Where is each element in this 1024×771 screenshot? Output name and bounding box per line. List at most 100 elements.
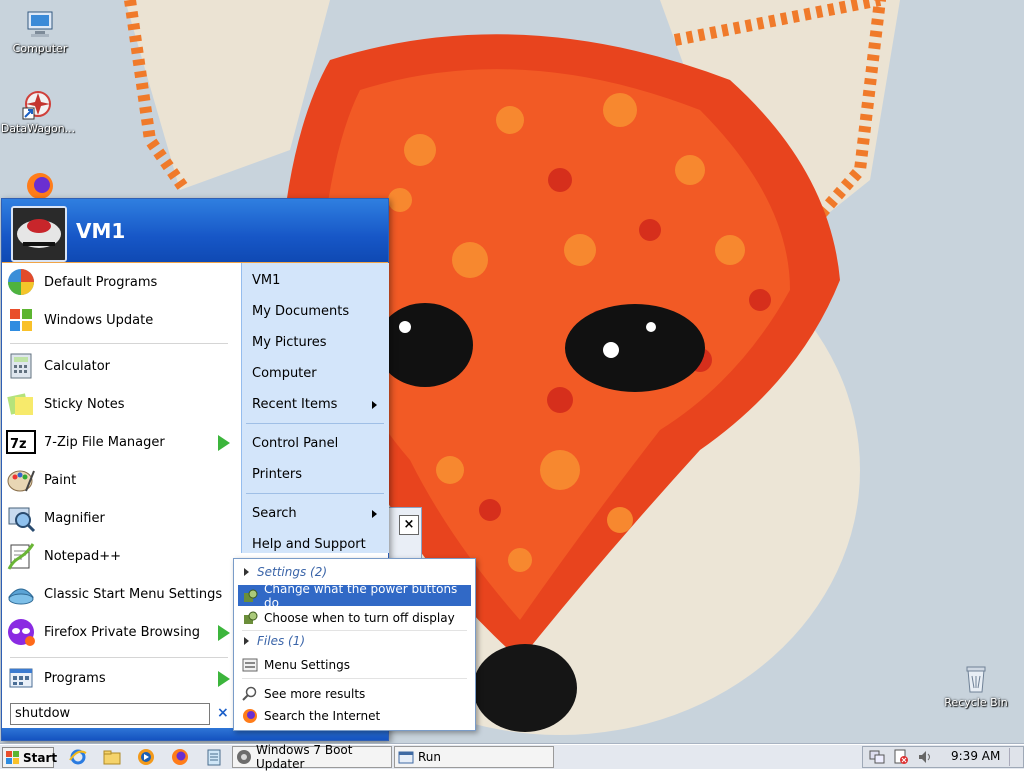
notepad-icon[interactable] xyxy=(205,748,223,766)
submenu-arrow-icon xyxy=(218,625,230,641)
programs-icon xyxy=(6,663,36,693)
submenu-arrow-icon xyxy=(218,435,230,451)
computer-icon xyxy=(24,8,56,40)
show-desktop-button[interactable] xyxy=(1009,748,1020,766)
menu-item-label: 7-Zip File Manager xyxy=(44,434,165,450)
search-results-popup: Settings (2) Change what the power butto… xyxy=(233,558,476,731)
place-label: Recent Items xyxy=(252,397,338,412)
result-label: Menu Settings xyxy=(264,657,350,672)
task-label: Run xyxy=(418,750,442,764)
desktop-icon-computer[interactable]: Computer xyxy=(2,8,78,55)
media-player-icon[interactable] xyxy=(137,748,155,766)
result-search-internet[interactable]: Search the Internet xyxy=(238,705,471,726)
search-input[interactable]: shutdow xyxy=(10,703,210,725)
firefox-icon xyxy=(242,708,258,724)
desktop-icon-datawagon[interactable]: DataWagon... xyxy=(0,88,76,135)
result-label: Search the Internet xyxy=(264,708,381,723)
place-recent-items[interactable]: Recent Items xyxy=(252,397,382,412)
place-computer[interactable]: Computer xyxy=(252,366,317,381)
menu-item-label: Calculator xyxy=(44,358,111,374)
start-label: Start xyxy=(23,750,58,765)
magnifier-icon xyxy=(6,503,36,533)
search-clear-button[interactable]: × xyxy=(217,705,229,721)
place-search[interactable]: Search xyxy=(252,506,382,521)
expand-arrow-icon xyxy=(244,637,249,645)
result-turn-off-display[interactable]: Choose when to turn off display xyxy=(238,607,471,628)
menu-item-notepadpp[interactable]: Notepad++ xyxy=(6,539,236,573)
menu-item-classic-start-menu-settings[interactable]: Classic Start Menu Settings xyxy=(6,577,236,611)
place-help-and-support[interactable]: Help and Support xyxy=(252,537,366,552)
submenu-arrow-icon xyxy=(372,401,377,409)
firefox-icon[interactable] xyxy=(171,748,189,766)
menu-item-default-programs[interactable]: Default Programs xyxy=(6,265,236,299)
sticky-notes-icon xyxy=(6,389,36,419)
menu-item-windows-update[interactable]: Windows Update xyxy=(6,303,236,337)
place-control-panel[interactable]: Control Panel xyxy=(252,436,338,451)
dialog-close-button[interactable]: × xyxy=(399,515,419,535)
menu-item-firefox-private[interactable]: Firefox Private Browsing xyxy=(6,615,236,649)
power-options-icon xyxy=(242,610,258,626)
result-label: Change what the power buttons do xyxy=(264,581,458,610)
menu-item-label: Paint xyxy=(44,472,77,488)
menu-item-7zip[interactable]: 7z 7-Zip File Manager xyxy=(6,425,236,459)
user-name: VM1 xyxy=(76,219,126,243)
place-my-documents[interactable]: My Documents xyxy=(252,304,349,319)
place-user-folder[interactable]: VM1 xyxy=(252,273,280,288)
menu-item-sticky-notes[interactable]: Sticky Notes xyxy=(6,387,236,421)
menu-item-label: Sticky Notes xyxy=(44,396,125,412)
task-run[interactable]: Run xyxy=(394,746,554,768)
result-menu-settings[interactable]: Menu Settings xyxy=(238,654,471,675)
notepadpp-icon xyxy=(6,541,36,571)
firefox-private-icon xyxy=(6,617,36,647)
task-windows-7-boot-updater[interactable]: Windows 7 Boot Updater xyxy=(232,743,392,771)
paint-icon xyxy=(6,465,36,495)
menu-item-label: Programs xyxy=(44,670,106,686)
menu-separator xyxy=(10,343,228,344)
place-label: Search xyxy=(252,506,297,521)
result-change-power-buttons[interactable]: Change what the power buttons do xyxy=(238,582,471,610)
avatar[interactable] xyxy=(11,206,67,262)
submenu-arrow-icon xyxy=(218,671,230,687)
result-group-label: Files (1) xyxy=(257,634,306,648)
menu-separator xyxy=(246,493,384,494)
desktop-icon-recycle-bin[interactable]: Recycle Bin xyxy=(938,662,1014,709)
result-label: Choose when to turn off display xyxy=(264,610,455,625)
menu-item-label: Default Programs xyxy=(44,274,158,290)
submenu-arrow-icon xyxy=(372,510,377,518)
menu-item-paint[interactable]: Paint xyxy=(6,463,236,497)
result-group-files[interactable]: Files (1) xyxy=(244,634,305,648)
volume-icon[interactable] xyxy=(917,749,933,765)
result-group-settings[interactable]: Settings (2) xyxy=(244,565,327,579)
menu-separator xyxy=(10,657,228,658)
clock[interactable]: 9:39 AM xyxy=(951,749,1000,763)
classic-shell-icon xyxy=(6,579,36,609)
menu-item-magnifier[interactable]: Magnifier xyxy=(6,501,236,535)
recycle-bin-icon xyxy=(960,662,992,694)
start-menu-places: VM1 My Documents My Pictures Computer Re… xyxy=(241,263,389,553)
desktop-icon-label: Computer xyxy=(12,42,68,55)
file-explorer-icon[interactable] xyxy=(103,748,121,766)
action-center-icon[interactable] xyxy=(893,749,909,765)
menu-item-calculator[interactable]: Calculator xyxy=(6,349,236,383)
power-options-icon xyxy=(242,588,258,604)
task-label: Windows 7 Boot Updater xyxy=(256,743,353,771)
internet-explorer-icon[interactable] xyxy=(69,748,87,766)
menu-item-programs[interactable]: Programs xyxy=(6,661,236,695)
menu-separator xyxy=(242,678,467,679)
desktop-icon-label: Recycle Bin xyxy=(944,696,1008,709)
calculator-icon xyxy=(6,351,36,381)
place-printers[interactable]: Printers xyxy=(252,467,302,482)
start-menu-header: VM1 xyxy=(2,199,388,264)
result-label: See more results xyxy=(264,686,366,701)
result-see-more[interactable]: See more results xyxy=(238,683,471,704)
background-dialog: × xyxy=(386,507,422,559)
default-programs-icon xyxy=(6,267,36,297)
start-button[interactable]: Start xyxy=(2,747,58,768)
menu-item-label: Firefox Private Browsing xyxy=(44,624,201,640)
network-icon[interactable] xyxy=(869,749,885,765)
windows-flag-icon xyxy=(6,750,20,765)
result-group-label: Settings (2) xyxy=(257,565,328,579)
taskbar: Start Windows 7 Boot Updater Run 9:39 AM xyxy=(0,743,1024,771)
place-my-pictures[interactable]: My Pictures xyxy=(252,335,327,350)
svg-text:7z: 7z xyxy=(10,437,27,452)
